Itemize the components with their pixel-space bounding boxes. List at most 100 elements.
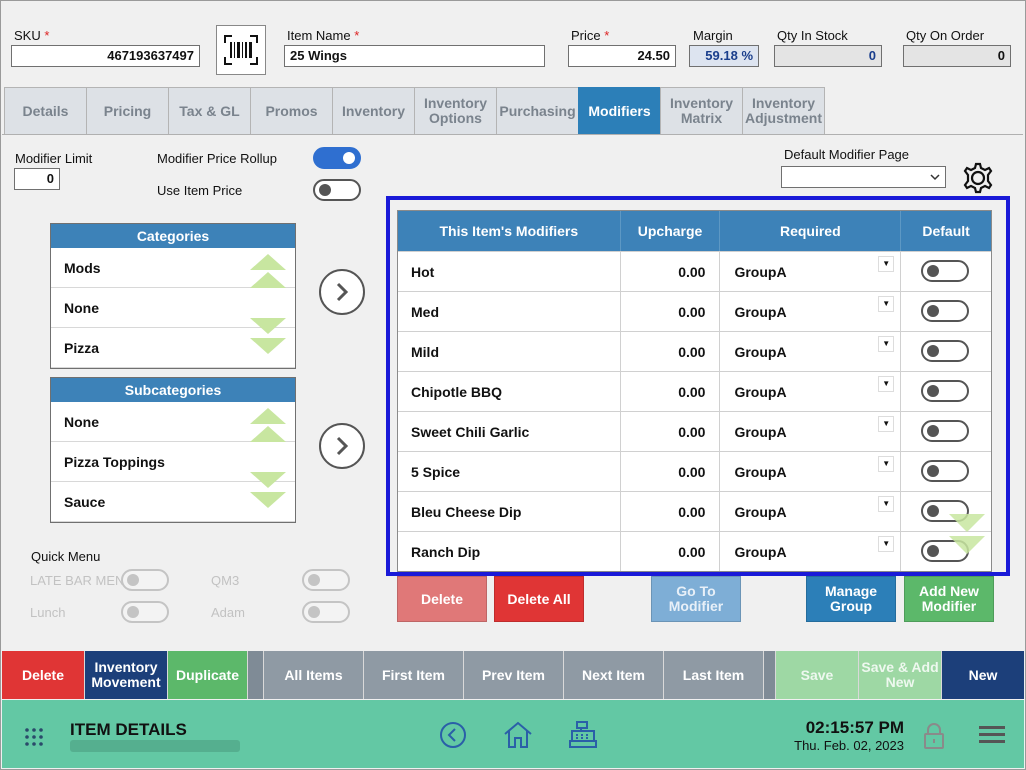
upcharge-value[interactable]: 0.00 [621, 532, 721, 571]
chevron-down-icon[interactable]: ▼ [878, 336, 895, 352]
quick-menu-toggle[interactable] [302, 601, 350, 623]
upcharge-value[interactable]: 0.00 [621, 372, 721, 411]
chevron-down-icon[interactable]: ▼ [878, 416, 895, 432]
tab-modifiers[interactable]: Modifiers [578, 87, 661, 135]
required-select[interactable]: GroupA ▼ [720, 292, 902, 331]
go-to-modifier-button[interactable]: Go To Modifier [651, 576, 741, 622]
tab-bar: Details Pricing Tax & GL Promos Inventor… [4, 87, 825, 135]
table-row[interactable]: Sweet Chili Garlic 0.00 GroupA ▼ [398, 411, 991, 451]
upcharge-value[interactable]: 0.00 [621, 292, 721, 331]
save-button[interactable]: Save [776, 651, 859, 699]
default-toggle[interactable] [921, 260, 970, 282]
tab-inventory-options[interactable]: Inventory Options [414, 87, 497, 135]
tab-purchasing[interactable]: Purchasing [496, 87, 579, 135]
table-row[interactable]: Ranch Dip 0.00 GroupA ▼ [398, 531, 991, 571]
scroll-arrows-icon[interactable] [249, 406, 287, 518]
default-cell [901, 292, 991, 331]
default-toggle[interactable] [921, 340, 970, 362]
default-toggle[interactable] [921, 460, 970, 482]
add-category-button[interactable] [319, 269, 365, 315]
default-toggle[interactable] [921, 380, 970, 402]
default-cell [901, 452, 991, 491]
chevron-down-icon [930, 174, 940, 181]
chevron-down-icon[interactable]: ▼ [878, 456, 895, 472]
all-items-button[interactable]: All Items [264, 651, 364, 699]
first-item-button[interactable]: First Item [364, 651, 464, 699]
qty-on-order-value: 0 [903, 45, 1011, 67]
upcharge-value[interactable]: 0.00 [621, 452, 721, 491]
chevron-down-icon[interactable]: ▼ [878, 376, 895, 392]
save-add-new-button[interactable]: Save & Add New [859, 651, 942, 699]
table-row[interactable]: Med 0.00 GroupA ▼ [398, 291, 991, 331]
quick-menu-toggle[interactable] [302, 569, 350, 591]
tab-details[interactable]: Details [4, 87, 87, 135]
required-select[interactable]: GroupA ▼ [720, 412, 902, 451]
tab-inventory-adjustment[interactable]: Inventory Adjustment [742, 87, 825, 135]
back-icon[interactable] [439, 721, 467, 749]
upcharge-value[interactable]: 0.00 [621, 252, 721, 291]
add-subcategory-button[interactable] [319, 423, 365, 469]
default-toggle[interactable] [921, 300, 970, 322]
quick-menu-toggle[interactable] [121, 601, 169, 623]
price-field[interactable]: 24.50 [568, 45, 676, 67]
required-select[interactable]: GroupA ▼ [720, 252, 902, 291]
table-row[interactable]: Bleu Cheese Dip 0.00 GroupA ▼ [398, 491, 991, 531]
hamburger-menu-icon[interactable] [979, 725, 1005, 745]
tab-inventory[interactable]: Inventory [332, 87, 415, 135]
sku-field[interactable]: 467193637497 [11, 45, 200, 67]
home-icon[interactable] [502, 719, 534, 751]
new-item-button[interactable]: New [942, 651, 1024, 699]
add-new-modifier-button[interactable]: Add New Modifier [904, 576, 994, 622]
inventory-movement-button[interactable]: Inventory Movement [85, 651, 168, 699]
chevron-down-icon[interactable]: ▼ [878, 536, 895, 552]
upcharge-value[interactable]: 0.00 [621, 332, 721, 371]
table-row[interactable]: 5 Spice 0.00 GroupA ▼ [398, 451, 991, 491]
chevron-down-icon[interactable]: ▼ [878, 256, 895, 272]
price-rollup-toggle[interactable] [313, 147, 361, 169]
default-cell [901, 252, 991, 291]
chevron-right-icon [336, 282, 349, 302]
tab-divider [2, 134, 1023, 135]
tab-pricing[interactable]: Pricing [86, 87, 169, 135]
gear-icon[interactable] [961, 161, 995, 195]
scroll-arrows-icon[interactable] [249, 252, 287, 364]
required-select[interactable]: GroupA ▼ [720, 492, 902, 531]
required-select[interactable]: GroupA ▼ [720, 332, 902, 371]
sku-label: SKU * [14, 28, 50, 43]
barcode-scan-button[interactable] [216, 25, 266, 75]
last-item-button[interactable]: Last Item [664, 651, 764, 699]
chevron-down-icon[interactable]: ▼ [878, 296, 895, 312]
delete-all-button[interactable]: Delete All [494, 576, 584, 622]
upcharge-value[interactable]: 0.00 [621, 412, 721, 451]
tab-promos[interactable]: Promos [250, 87, 333, 135]
manage-group-button[interactable]: Manage Group [806, 576, 896, 622]
default-toggle[interactable] [921, 420, 970, 442]
cash-register-icon[interactable] [568, 720, 598, 750]
upcharge-value[interactable]: 0.00 [621, 492, 721, 531]
required-select[interactable]: GroupA ▼ [720, 452, 902, 491]
modifier-name: Med [398, 292, 621, 331]
tab-inventory-matrix[interactable]: Inventory Matrix [660, 87, 743, 135]
tab-tax-gl[interactable]: Tax & GL [168, 87, 251, 135]
delete-item-button[interactable]: Delete [2, 651, 85, 699]
default-modifier-page-select[interactable] [781, 166, 946, 188]
lock-icon[interactable] [922, 722, 946, 750]
delete-modifier-button[interactable]: Delete [397, 576, 487, 622]
chevron-down-icon[interactable]: ▼ [878, 496, 895, 512]
use-item-price-toggle[interactable] [313, 179, 361, 201]
required-select[interactable]: GroupA ▼ [720, 372, 902, 411]
table-row[interactable]: Chipotle BBQ 0.00 GroupA ▼ [398, 371, 991, 411]
apps-grid-icon[interactable] [24, 727, 44, 747]
required-value: GroupA [734, 463, 787, 480]
table-row[interactable]: Mild 0.00 GroupA ▼ [398, 331, 991, 371]
duplicate-button[interactable]: Duplicate [168, 651, 248, 699]
scroll-down-arrows-icon[interactable] [948, 512, 986, 558]
quick-menu-toggle[interactable] [121, 569, 169, 591]
required-select[interactable]: GroupA ▼ [720, 532, 902, 571]
item-name-field[interactable]: 25 Wings [284, 45, 545, 67]
next-item-button[interactable]: Next Item [564, 651, 664, 699]
prev-item-button[interactable]: Prev Item [464, 651, 564, 699]
modifier-limit-field[interactable]: 0 [14, 168, 60, 190]
table-row[interactable]: Hot 0.00 GroupA ▼ [398, 251, 991, 291]
quick-menu-label: Quick Menu [31, 549, 101, 564]
